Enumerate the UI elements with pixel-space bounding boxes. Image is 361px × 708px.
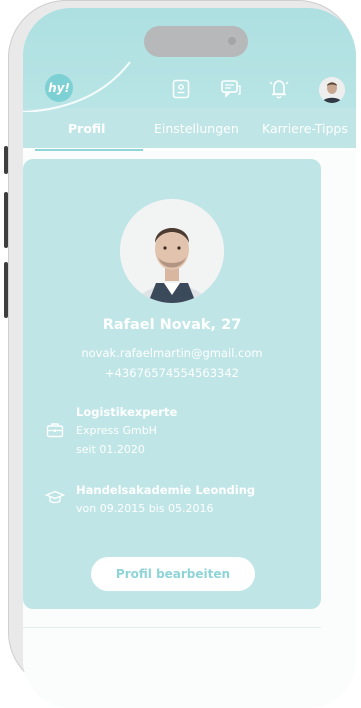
profile-email: novak.rafaelmartin@gmail.com (81, 346, 263, 360)
briefcase-icon (46, 423, 64, 438)
tab-karriere-tipps[interactable]: Karriere-Tipps (262, 121, 348, 136)
app-logo[interactable]: hy! (45, 74, 73, 102)
edit-profile-button[interactable]: Profil bearbeiten (91, 557, 255, 591)
profile-name: Rafael Novak, 27 (102, 317, 242, 333)
bell-icon[interactable] (266, 76, 292, 100)
profile-phone: +4367657455456334​2 (104, 366, 240, 380)
tab-profil[interactable]: Profil (68, 121, 105, 136)
camera-dot (228, 37, 236, 45)
divider (23, 627, 321, 628)
education-period: von 09.2015 bis 05.2016 (76, 502, 214, 515)
job-title: Logistikexperte (76, 405, 178, 419)
document-icon[interactable] (172, 79, 190, 99)
tab-einstellungen[interactable]: Einstellungen (154, 121, 239, 136)
profile-photo-image (120, 199, 224, 303)
job-since: seit 01.2020 (76, 443, 145, 456)
job-company: Express GmbH (76, 424, 157, 437)
profile-photo (120, 199, 224, 303)
tab-bar: Profil Einstellungen Karriere-Tipps (23, 111, 356, 151)
profile-card: Rafael Novak, 27 novak.rafaelmartin@gmai… (23, 159, 321, 609)
education-school: Handelsakademie Leonding (76, 483, 256, 497)
profile-avatar[interactable] (319, 77, 345, 103)
chat-icon[interactable] (220, 78, 242, 100)
graduation-cap-icon (45, 490, 65, 504)
avatar-image (319, 77, 345, 103)
